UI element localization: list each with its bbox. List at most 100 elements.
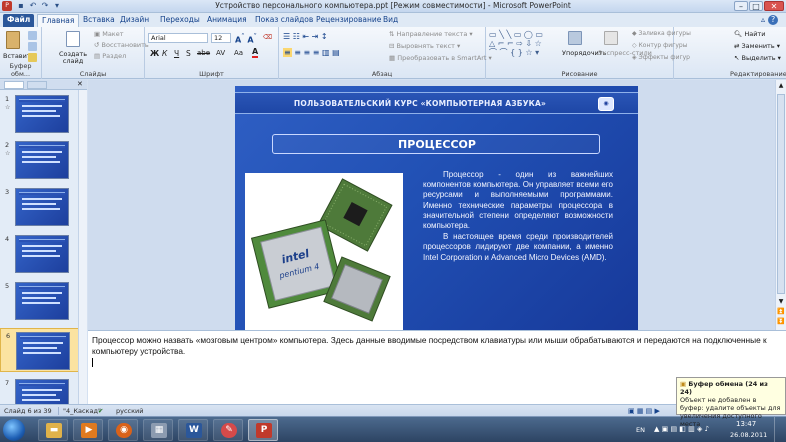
maximize-button[interactable]: □ (749, 1, 763, 11)
tab-view[interactable]: Вид (379, 14, 402, 27)
font-size-select[interactable]: 12 (211, 33, 231, 43)
convert-smartart-button[interactable]: ▦ Преобразовать в SmartArt ▾ (389, 54, 492, 62)
thumbnail-scrollbar[interactable] (78, 90, 87, 404)
slide-header-text: ПОЛЬЗОВАТЕЛЬСКИЙ КУРС «КОМПЬЮТЕРНАЯ АЗБУ… (293, 99, 547, 108)
folder-icon: ▬ (46, 423, 62, 438)
replace-button[interactable]: ⇄ Заменить ▾ (734, 42, 780, 50)
slide-title: ПРОЦЕССОР (398, 138, 476, 151)
slide-number: 2 (5, 141, 10, 149)
tab-slideshow[interactable]: Показ слайдов (251, 14, 317, 27)
format-painter-icon[interactable] (28, 53, 37, 62)
shape-effects-button[interactable]: ◈ Эффекты фигур (632, 54, 690, 61)
shadow-button[interactable]: S (186, 49, 191, 58)
bullets-icon[interactable]: ☰ ☷ ⇤ ⇥ ↕ (283, 32, 328, 41)
taskbar-paint[interactable]: ✎ (213, 419, 243, 441)
strikethrough-button[interactable]: abe (197, 49, 210, 57)
close-panel-icon[interactable]: ✕ (77, 80, 83, 88)
spellcheck-icon[interactable]: ✔ (98, 407, 103, 415)
clock-date[interactable]: 26.08.2011 (730, 431, 767, 439)
outline-tab[interactable] (27, 81, 47, 89)
slide-paragraph-1: Процессор - один из важнейших компоненто… (423, 170, 613, 231)
slide-thumbnail[interactable]: 3 (0, 185, 84, 229)
taskbar-powerpoint[interactable]: P (248, 419, 278, 441)
language-switch[interactable]: EN (636, 426, 645, 434)
bold-button[interactable]: Ж (150, 49, 159, 58)
slide-thumbnail[interactable]: 6 (0, 328, 84, 372)
minimize-button[interactable]: – (734, 1, 748, 11)
tab-review[interactable]: Рецензирование (312, 14, 385, 27)
previous-slide-icon[interactable]: ⏫ (777, 308, 785, 316)
italic-button[interactable]: К (162, 49, 167, 58)
change-case-button[interactable]: Aa (234, 49, 243, 57)
slides-tab[interactable] (4, 81, 24, 89)
slide-thumbnail[interactable]: 2 ☆ (0, 138, 84, 182)
shape-outline-button[interactable]: ◇ Контур фигуры (632, 42, 687, 49)
align-icons[interactable]: ≡ ≡ ≡ ≡ ▥ ▤ (283, 48, 340, 57)
drawing-group: ▭ ╲ ╲ ▭ ◯ ▭ △ ⌐ ⌐ ⇨ ⇩ ☆ ⌒ ⌒ { } ☆ ▾ Упоряд… (486, 27, 691, 79)
arrange-icon[interactable] (568, 31, 582, 45)
copy-icon[interactable] (28, 42, 37, 51)
shape-fill-button[interactable]: ◆ Заливка фигуры (632, 30, 691, 37)
slide-canvas[interactable]: ПОЛЬЗОВАТЕЛЬСКИЙ КУРС «КОМПЬЮТЕРНАЯ АЗБУ… (235, 86, 638, 330)
shapes-gallery[interactable]: ▭ ╲ ╲ ▭ ◯ ▭ △ ⌐ ⌐ ⇨ ⇩ ☆ ⌒ ⌒ { } ☆ ▾ (489, 30, 559, 57)
slide-vertical-scrollbar[interactable]: ▲ ▼ ⏫ ⏬ (775, 80, 786, 330)
font-family-select[interactable]: Arial (148, 33, 208, 43)
slide-preview (15, 282, 69, 320)
help-icon[interactable]: ? (768, 15, 779, 25)
language-indicator[interactable]: русский (116, 407, 144, 415)
tab-home[interactable]: Главная (37, 14, 80, 27)
new-slide-icon[interactable] (66, 31, 80, 47)
start-button[interactable] (3, 419, 25, 441)
cut-icon[interactable] (28, 31, 37, 40)
reset-button[interactable]: ↺ Восстановить (94, 41, 149, 49)
section-button[interactable]: ▤ Раздел (94, 52, 126, 60)
font-color-button[interactable]: A (252, 48, 259, 58)
taskbar-explorer[interactable]: ▬ (38, 419, 68, 441)
scroll-down-icon[interactable]: ▼ (777, 298, 785, 306)
slide-number: 3 (5, 188, 10, 196)
new-slide-button[interactable]: Создать слайд (58, 51, 88, 65)
slide-title-box[interactable]: ПРОЦЕССОР (272, 134, 600, 154)
theme-name[interactable]: "4_Каскад" (58, 407, 101, 415)
clipboard-notification[interactable]: ▣ Буфер обмена (24 из 24) Объект не доба… (676, 377, 786, 428)
char-spacing-button[interactable]: AV (216, 49, 225, 57)
underline-button[interactable]: Ч (174, 49, 179, 58)
view-buttons[interactable]: ▣ ▦ ▤ ▶ (628, 407, 660, 415)
tab-insert[interactable]: Вставка (79, 14, 119, 27)
processor-image[interactable]: intel pentium 4 (245, 173, 403, 330)
text-direction-button[interactable]: ⇅ Направление текста ▾ (389, 30, 473, 38)
slide-preview (15, 141, 69, 179)
slide-body-text[interactable]: Процессор - один из важнейших компоненто… (423, 170, 613, 263)
slide-number: 1 (5, 95, 10, 103)
taskbar-firefox[interactable]: ◉ (108, 419, 138, 441)
status-bar: Слайд 6 из 39 "4_Каскад" ✔ русский ▣ ▦ ▤… (0, 404, 786, 416)
clipboard-notification-title: ▣ Буфер обмена (24 из 24) (680, 380, 768, 396)
grow-font-button[interactable]: Aˆ Aˇ (235, 33, 257, 45)
tab-file[interactable]: Файл (3, 14, 35, 27)
tab-animation[interactable]: Анимация (203, 14, 251, 27)
tab-design[interactable]: Дизайн (116, 14, 153, 27)
editing-group-label: Редактирование (730, 70, 786, 78)
close-button[interactable]: ✕ (764, 1, 784, 11)
align-text-button[interactable]: ⊟ Выровнять текст ▾ (389, 42, 460, 50)
taskbar-calculator[interactable]: ▦ (143, 419, 173, 441)
quick-styles-icon[interactable] (604, 31, 618, 45)
slide-thumbnail[interactable]: 1 ☆ (0, 92, 84, 136)
next-slide-icon[interactable]: ⏬ (777, 318, 785, 326)
transition-star-icon: ☆ (5, 150, 11, 157)
scroll-thumb[interactable] (777, 94, 785, 294)
scroll-up-icon[interactable]: ▲ (777, 82, 785, 90)
clipboard-notification-text: Объект не добавлен в буфер: удалите объе… (680, 396, 781, 428)
select-button[interactable]: ↖ Выделить ▾ (734, 54, 781, 62)
find-button[interactable]: 🔍︎ Найти (734, 30, 765, 38)
notes-text[interactable]: Процессор можно назвать «мозговым центро… (92, 335, 767, 357)
text-cursor (92, 358, 93, 367)
tab-transitions[interactable]: Переходы (156, 14, 204, 27)
clear-format-icon[interactable]: ⌫ (263, 33, 272, 41)
taskbar-media-player[interactable]: ▶ (73, 419, 103, 441)
layout-button[interactable]: ▣ Макет (94, 30, 124, 38)
slide-thumbnail[interactable]: 4 (0, 232, 84, 276)
paste-icon[interactable] (6, 31, 20, 49)
taskbar-word[interactable]: W (178, 419, 208, 441)
slide-thumbnail[interactable]: 5 (0, 279, 84, 323)
